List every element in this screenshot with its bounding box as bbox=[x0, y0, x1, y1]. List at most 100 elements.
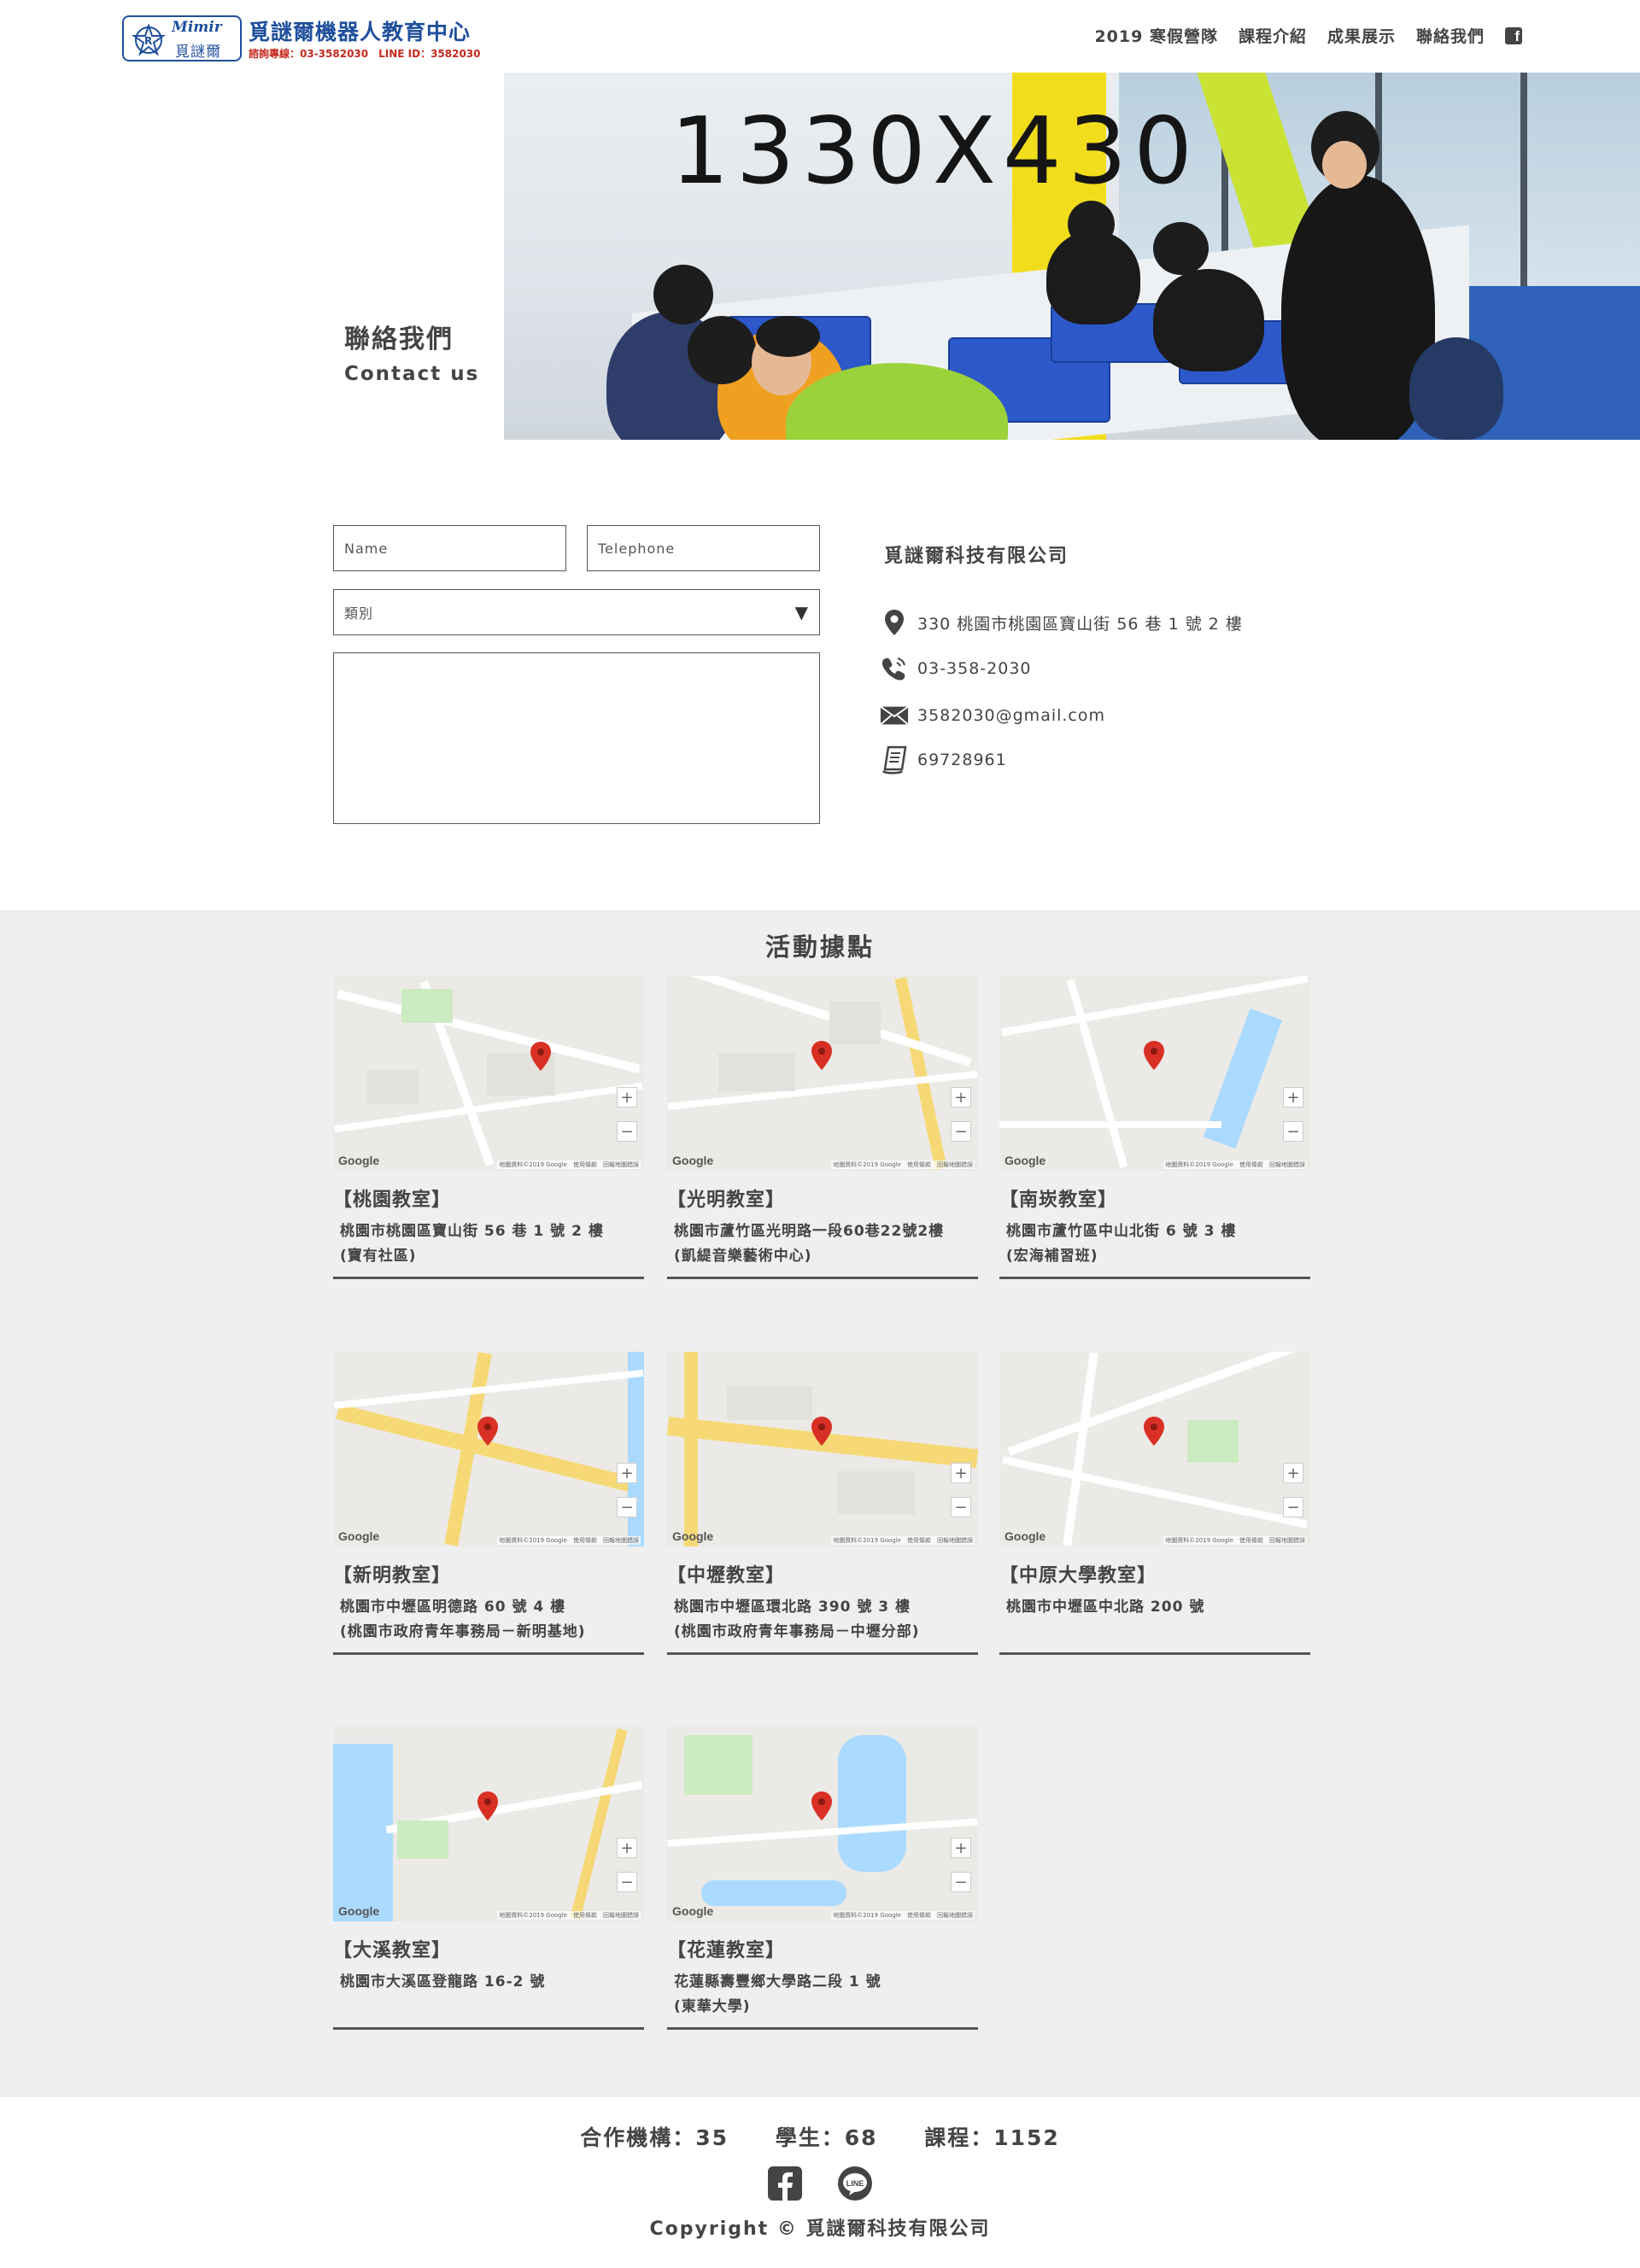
address-text: 330 桃園市桃園區寶山街 56 巷 1 號 2 樓 bbox=[917, 614, 1243, 634]
card-divider bbox=[333, 2027, 644, 2030]
map-attribution[interactable]: 地圖資料©2019 Google 使用條款 回報地圖錯誤 bbox=[831, 1536, 975, 1545]
zoom-out-button[interactable]: − bbox=[1283, 1121, 1303, 1142]
map-pin-icon bbox=[530, 1042, 551, 1071]
location-card-xinming: + − Google 地圖資料©2019 Google 使用條款 回報地圖錯誤 … bbox=[333, 1352, 644, 1655]
google-logo: Google bbox=[338, 1904, 380, 1918]
zoom-in-button[interactable]: + bbox=[617, 1838, 637, 1858]
location-title: 【南崁教室】 bbox=[999, 1190, 1118, 1211]
zoom-in-button[interactable]: + bbox=[617, 1087, 637, 1108]
location-map[interactable]: + − Google 地圖資料©2019 Google 使用條款 回報地圖錯誤 bbox=[333, 976, 644, 1171]
company-name: 覓謎爾科技有限公司 bbox=[884, 546, 1069, 567]
google-logo: Google bbox=[672, 1529, 714, 1543]
main-nav: 2019 寒假營隊 課程介紹 成果展示 聯絡我們 f bbox=[1094, 24, 1522, 47]
locations-heading: 活動據點 bbox=[764, 932, 875, 962]
location-card-daxi: + − Google 地圖資料©2019 Google 使用條款 回報地圖錯誤 … bbox=[333, 1727, 644, 2030]
location-note: (桃園市政府青年事務局－中壢分部) bbox=[674, 1623, 920, 1640]
location-address: 桃園市蘆竹區中山北街 6 號 3 樓 bbox=[1006, 1223, 1237, 1240]
google-logo: Google bbox=[672, 1904, 714, 1918]
map-attribution[interactable]: 地圖資料©2019 Google 使用條款 回報地圖錯誤 bbox=[831, 1911, 975, 1920]
map-attribution[interactable]: 地圖資料©2019 Google 使用條款 回報地圖錯誤 bbox=[497, 1160, 641, 1169]
location-map[interactable]: + − Google 地圖資料©2019 Google 使用條款 回報地圖錯誤 bbox=[999, 976, 1310, 1171]
phone-row: 03-358-2030 bbox=[880, 654, 1032, 683]
card-divider bbox=[667, 1652, 978, 1655]
location-map[interactable]: + − Google 地圖資料©2019 Google 使用條款 回報地圖錯誤 bbox=[667, 1727, 978, 1921]
map-pin-icon bbox=[477, 1792, 498, 1821]
message-textarea[interactable] bbox=[333, 652, 820, 824]
stats-bar: 合作機構：35 學生：68 課程：1152 bbox=[0, 2121, 1640, 2152]
contact-title: 聯絡我們 bbox=[344, 324, 454, 354]
facebook-icon[interactable]: f bbox=[1505, 26, 1522, 44]
location-card-zhongli: + − Google 地圖資料©2019 Google 使用條款 回報地圖錯誤 … bbox=[667, 1352, 978, 1655]
location-note: (寶有社區) bbox=[340, 1248, 417, 1265]
zoom-in-button[interactable]: + bbox=[951, 1463, 971, 1483]
location-address: 桃園市中壢區中北路 200 號 bbox=[1006, 1599, 1205, 1616]
category-value: 類別 bbox=[344, 605, 374, 622]
location-map[interactable]: + − Google 地圖資料©2019 Google 使用條款 回報地圖錯誤 bbox=[333, 1352, 644, 1546]
address-row: 330 桃園市桃園區寶山街 56 巷 1 號 2 樓 bbox=[880, 608, 1243, 637]
google-logo: Google bbox=[338, 1529, 380, 1543]
location-map[interactable]: + − Google 地圖資料©2019 Google 使用條款 回報地圖錯誤 bbox=[667, 976, 978, 1171]
card-divider bbox=[333, 1652, 644, 1655]
location-title: 【中壢教室】 bbox=[667, 1565, 786, 1587]
phone-icon bbox=[880, 654, 909, 683]
contact-subtitle: Contact us bbox=[344, 363, 480, 385]
zoom-out-button[interactable]: − bbox=[617, 1121, 637, 1142]
site-logo[interactable]: R Mimir 覓謎爾 覓謎爾機器人教育中心 諮詢專線：03-3582030 L… bbox=[122, 14, 481, 65]
name-field[interactable]: Name bbox=[333, 525, 566, 571]
zoom-in-button[interactable]: + bbox=[1283, 1087, 1303, 1108]
location-note: (凱緹音樂藝術中心) bbox=[674, 1248, 812, 1265]
zoom-out-button[interactable]: − bbox=[951, 1121, 971, 1142]
site-title: 覓謎爾機器人教育中心 bbox=[249, 20, 472, 44]
location-note: (宏海補習班) bbox=[1006, 1248, 1098, 1265]
document-icon bbox=[880, 745, 909, 775]
zoom-out-button[interactable]: − bbox=[617, 1497, 637, 1517]
line-icon[interactable]: LINE bbox=[837, 2166, 873, 2201]
location-map[interactable]: + − Google 地圖資料©2019 Google 使用條款 回報地圖錯誤 bbox=[999, 1352, 1310, 1546]
location-title: 【大溪教室】 bbox=[333, 1940, 452, 1961]
google-logo: Google bbox=[1004, 1529, 1046, 1543]
map-pin-icon bbox=[1144, 1417, 1164, 1446]
category-select[interactable]: 類別 ▼ bbox=[333, 589, 820, 635]
zoom-out-button[interactable]: − bbox=[617, 1872, 637, 1892]
tax-id-row: 69728961 bbox=[880, 745, 1007, 775]
phone-text[interactable]: 03-358-2030 bbox=[917, 659, 1032, 678]
card-divider bbox=[999, 1277, 1310, 1279]
star-logo-icon: R bbox=[131, 24, 167, 56]
location-title: 【光明教室】 bbox=[667, 1190, 786, 1211]
map-pin-icon bbox=[811, 1792, 832, 1821]
map-attribution[interactable]: 地圖資料©2019 Google 使用條款 回報地圖錯誤 bbox=[1163, 1536, 1307, 1545]
hero-banner-image: 1330X430 bbox=[504, 73, 1640, 440]
location-address: 桃園市中壢區環北路 390 號 3 樓 bbox=[674, 1599, 911, 1616]
zoom-in-button[interactable]: + bbox=[617, 1463, 637, 1483]
location-address: 桃園市中壢區明德路 60 號 4 樓 bbox=[340, 1599, 566, 1616]
map-pin-icon bbox=[477, 1417, 498, 1446]
location-note: (桃園市政府青年事務局－新明基地) bbox=[340, 1623, 586, 1640]
zoom-out-button[interactable]: − bbox=[1283, 1497, 1303, 1517]
hotline-text: 諮詢專線：03-3582030 LINE ID：3582030 bbox=[249, 48, 481, 60]
location-map[interactable]: + − Google 地圖資料©2019 Google 使用條款 回報地圖錯誤 bbox=[667, 1352, 978, 1546]
nav-item-showcase[interactable]: 成果展示 bbox=[1327, 24, 1396, 47]
mail-icon bbox=[880, 701, 909, 730]
email-text[interactable]: 3582030@gmail.com bbox=[917, 706, 1105, 725]
zoom-out-button[interactable]: − bbox=[951, 1497, 971, 1517]
map-attribution[interactable]: 地圖資料©2019 Google 使用條款 回報地圖錯誤 bbox=[497, 1911, 641, 1920]
telephone-field[interactable]: Telephone bbox=[587, 525, 820, 571]
telephone-placeholder: Telephone bbox=[598, 540, 676, 557]
location-map[interactable]: + − Google 地圖資料©2019 Google 使用條款 回報地圖錯誤 bbox=[333, 1727, 644, 1921]
facebook-icon[interactable] bbox=[767, 2166, 803, 2201]
nav-item-contact[interactable]: 聯絡我們 bbox=[1416, 24, 1485, 47]
map-attribution[interactable]: 地圖資料©2019 Google 使用條款 回報地圖錯誤 bbox=[1163, 1160, 1307, 1169]
zoom-in-button[interactable]: + bbox=[951, 1087, 971, 1108]
location-title: 【中原大學教室】 bbox=[999, 1565, 1157, 1587]
nav-item-courses[interactable]: 課程介紹 bbox=[1239, 24, 1307, 47]
zoom-in-button[interactable]: + bbox=[951, 1838, 971, 1858]
logo-chinese-text: 覓謎爾 bbox=[175, 44, 221, 61]
location-card-guangming: + − Google 地圖資料©2019 Google 使用條款 回報地圖錯誤 … bbox=[667, 976, 978, 1279]
location-pin-icon bbox=[880, 608, 909, 637]
map-attribution[interactable]: 地圖資料©2019 Google 使用條款 回報地圖錯誤 bbox=[497, 1536, 641, 1545]
zoom-in-button[interactable]: + bbox=[1283, 1463, 1303, 1483]
zoom-out-button[interactable]: − bbox=[951, 1872, 971, 1892]
nav-item-winter-camp[interactable]: 2019 寒假營隊 bbox=[1094, 24, 1218, 47]
map-attribution[interactable]: 地圖資料©2019 Google 使用條款 回報地圖錯誤 bbox=[831, 1160, 975, 1169]
stat-partners: 合作機構：35 bbox=[580, 2125, 729, 2150]
